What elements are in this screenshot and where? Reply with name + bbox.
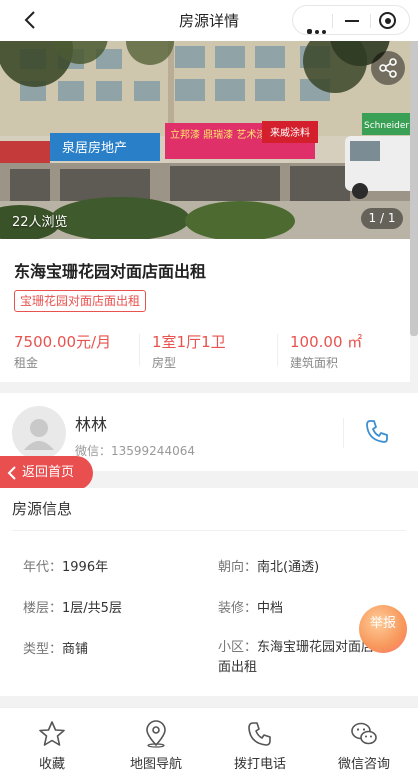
wechat-consult-label: 微信咨询 [337, 757, 390, 772]
mini-program-capsule [292, 5, 410, 35]
detail-label: 楼层： [23, 601, 63, 616]
map-nav-button[interactable]: 地图导航 [104, 708, 208, 778]
stat-layout-label: 房型 [152, 356, 177, 370]
map-nav-label: 地图导航 [129, 757, 182, 772]
listing-title: 东海宝珊花园对面店面出租 [14, 262, 207, 281]
scrollbar[interactable] [410, 41, 418, 336]
chevron-left-icon [7, 466, 16, 480]
view-count: 22人浏览 [12, 215, 68, 230]
detail-value: 南北(通透) [257, 560, 320, 575]
listing-info-card: 东海宝珊花园对面店面出租 宝珊花园对面店面出租 7500.00元/月 租金 1室… [0, 239, 410, 382]
share-icon [379, 58, 397, 78]
minimize-icon[interactable] [345, 20, 359, 22]
close-target-icon[interactable] [379, 12, 396, 29]
photo-counter: 1 / 1 [361, 208, 403, 229]
house-photo[interactable]: 泉居房地产 立邦漆 鼎瑞漆 艺术漆 来威涂料 Schneider [0, 41, 418, 239]
detail-community: 小区：东海宝珊花园对面店面出租 [218, 638, 378, 678]
stat-rent-label: 租金 [14, 356, 39, 370]
star-icon [39, 721, 65, 746]
detail-year: 年代：1996年 [23, 556, 108, 575]
stat-area: 100.00 ㎡ 建筑面积 [290, 331, 362, 371]
call-label: 拨打电话 [233, 757, 286, 772]
house-detail-page: 房源详情 泉居房地产 立邦漆 鼎瑞漆 艺术漆 来威涂料 Schneider 22… [0, 0, 418, 778]
sign-1-text: 泉居房地产 [62, 140, 127, 156]
detail-value: 1996年 [62, 560, 109, 575]
favorite-label: 收藏 [38, 757, 65, 772]
detail-type: 类型：商铺 [23, 638, 88, 657]
sign-3-text: 来威涂料 [270, 126, 310, 139]
stat-divider [139, 334, 140, 366]
detail-floor: 楼层：1层/共5层 [23, 597, 122, 616]
back-home-label: 返回首页 [22, 465, 75, 480]
favorite-button[interactable]: 收藏 [0, 708, 104, 778]
report-button[interactable]: 举报 [359, 605, 407, 653]
agent-wechat: 微信：13599244064 [75, 444, 195, 458]
map-pin-icon [146, 720, 166, 748]
section-divider [12, 530, 406, 531]
detail-label: 装修： [218, 601, 258, 616]
avatar-placeholder-icon [24, 419, 54, 450]
bottom-action-bar: 收藏 地图导航 拨打电话 微信咨询 [0, 707, 418, 778]
detail-value: 中档 [257, 601, 284, 616]
stat-divider [277, 334, 278, 366]
sign-2-text: 立邦漆 鼎瑞漆 艺术漆 [170, 128, 266, 141]
phone-icon [248, 722, 271, 746]
agent-name: 林林 [75, 415, 108, 434]
wechat-consult-button[interactable]: 微信咨询 [312, 708, 416, 778]
detail-decoration: 装修：中档 [218, 597, 283, 616]
call-agent-phone-icon[interactable] [364, 418, 390, 444]
listing-tag: 宝珊花园对面店面出租 [14, 290, 147, 312]
detail-value: 1层/共5层 [62, 601, 122, 616]
detail-value: 商铺 [62, 642, 89, 657]
stat-area-label: 建筑面积 [290, 356, 339, 370]
top-nav-bar: 房源详情 [0, 0, 418, 41]
stat-area-value: 100.00 ㎡ [290, 333, 363, 351]
stat-rent: 7500.00元/月 租金 [14, 331, 111, 371]
detail-orientation: 朝向：南北(通透) [218, 556, 319, 575]
stat-layout: 1室1厅1卫 房型 [152, 331, 226, 371]
section-title: 房源信息 [12, 500, 73, 518]
agent-divider [343, 418, 344, 448]
stat-layout-value: 1室1厅1卫 [152, 333, 226, 351]
detail-label: 年代： [23, 560, 63, 575]
wechat-icon [351, 722, 377, 745]
detail-label: 类型： [23, 642, 63, 657]
stat-rent-value: 7500.00元/月 [14, 333, 112, 351]
house-info-section: 房源信息 年代：1996年 朝向：南北(通透) 楼层：1层/共5层 装修：中档 … [0, 488, 418, 696]
detail-label: 小区： [218, 640, 258, 655]
more-dots-icon[interactable] [307, 19, 329, 38]
call-button[interactable]: 拨打电话 [208, 708, 312, 778]
detail-label: 朝向： [218, 560, 258, 575]
storefront-image: 泉居房地产 立邦漆 鼎瑞漆 艺术漆 来威涂料 Schneider [0, 41, 418, 239]
share-button[interactable] [371, 51, 405, 85]
avatar [12, 406, 66, 460]
sign-4-text: Schneider [364, 121, 409, 131]
back-home-button[interactable]: 返回首页 [0, 456, 93, 490]
